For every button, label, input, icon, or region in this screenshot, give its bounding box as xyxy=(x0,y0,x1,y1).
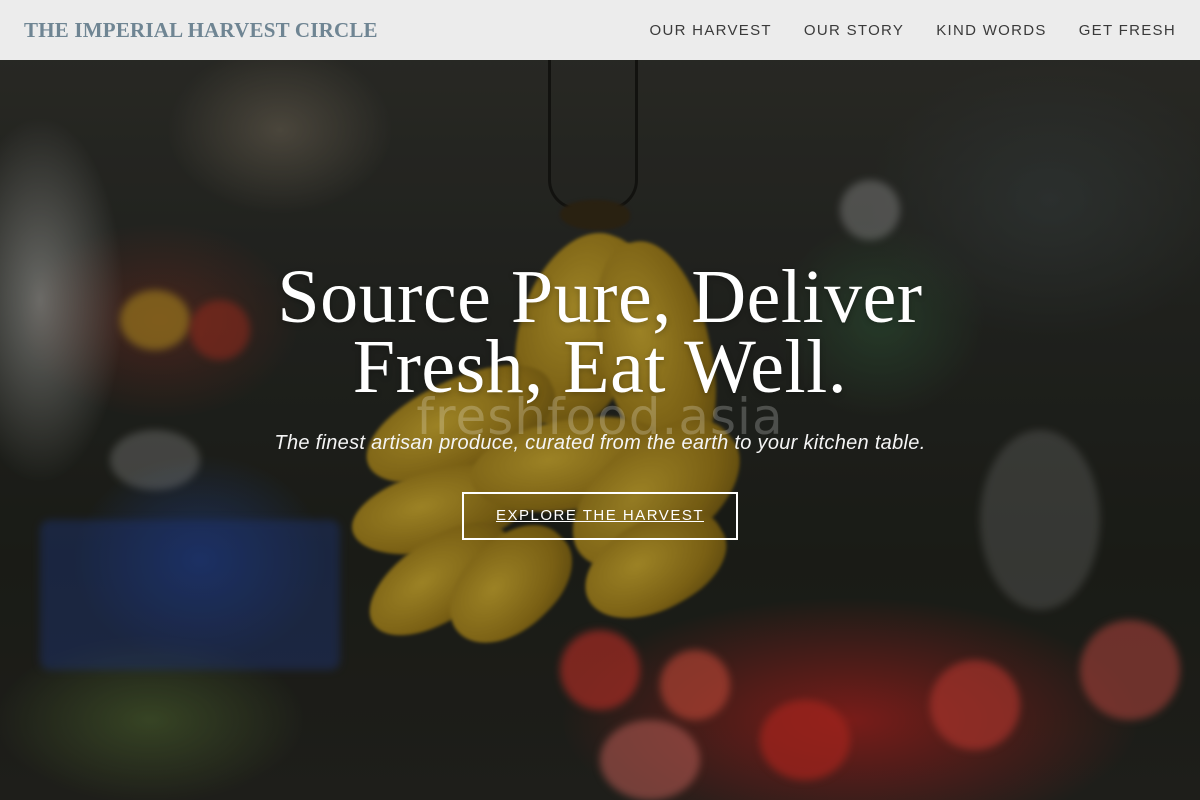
site-header: THE IMPERIAL HARVEST CIRCLE OUR HARVEST … xyxy=(0,0,1200,60)
nav-link-our-story[interactable]: OUR STORY xyxy=(804,22,904,39)
explore-harvest-button[interactable]: EXPLORE THE HARVEST xyxy=(461,492,738,540)
hero-section: Source Pure, Deliver Fresh, Eat Well. fr… xyxy=(0,259,1200,540)
hero-title: Source Pure, Deliver Fresh, Eat Well. xyxy=(240,259,960,405)
hero-title-line-2: Fresh, Eat Well. xyxy=(352,325,848,409)
main-nav: OUR HARVEST OUR STORY KIND WORDS GET FRE… xyxy=(649,22,1176,39)
nav-link-kind-words[interactable]: KIND WORDS xyxy=(936,22,1047,39)
nav-link-our-harvest[interactable]: OUR HARVEST xyxy=(649,22,771,39)
brand-logo[interactable]: THE IMPERIAL HARVEST CIRCLE xyxy=(24,18,378,43)
nav-link-get-fresh[interactable]: GET FRESH xyxy=(1079,22,1176,39)
hero-subtitle: The finest artisan produce, curated from… xyxy=(274,432,926,454)
